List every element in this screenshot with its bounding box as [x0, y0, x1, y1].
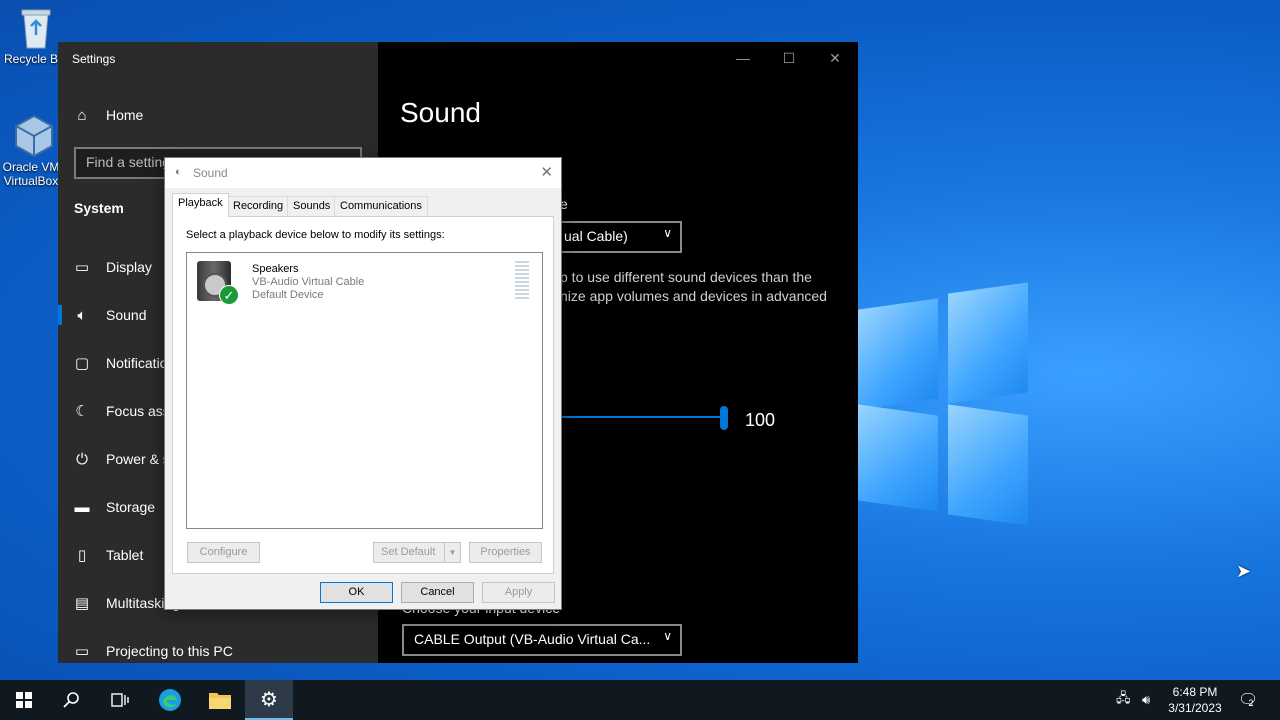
- nav-label: Display: [106, 259, 152, 275]
- task-view-button[interactable]: [96, 680, 144, 720]
- notification-icon: ▢: [74, 355, 90, 372]
- windows-logo-wallpaper: [858, 282, 1028, 526]
- nav-home[interactable]: ⌂ Home: [58, 95, 378, 135]
- display-icon: ▭: [74, 259, 90, 276]
- section-heading: System: [74, 200, 124, 216]
- chevron-down-icon: ∨: [663, 629, 672, 643]
- gear-icon: ⚙: [260, 688, 278, 711]
- ok-button[interactable]: OK: [320, 582, 393, 603]
- desktop-icon-virtualbox[interactable]: Oracle VM VirtualBox: [2, 114, 66, 188]
- task-view-icon: [111, 693, 129, 707]
- action-center-button[interactable]: 🗨 2: [1238, 680, 1264, 720]
- clock-time: 6:48 PM: [1172, 685, 1218, 699]
- list-item[interactable]: ✓ Speakers VB-Audio Virtual Cable Defaul…: [193, 259, 533, 307]
- set-default-button[interactable]: Set Default ▼: [373, 542, 461, 563]
- dialog-title: Sound: [193, 166, 228, 180]
- search-button[interactable]: [48, 680, 96, 720]
- input-device-dropdown[interactable]: CABLE Output (VB-Audio Virtual Ca... ∨: [402, 624, 682, 656]
- input-device-value: CABLE Output (VB-Audio Virtual Ca...: [414, 631, 651, 647]
- tablet-icon: ▯: [77, 547, 87, 564]
- chevron-down-icon: ∨: [663, 226, 672, 240]
- tab-recording[interactable]: Recording: [227, 196, 290, 216]
- desktop-icon-label: Oracle VM VirtualBox: [2, 160, 60, 188]
- start-button[interactable]: [0, 680, 48, 720]
- virtualbox-icon: [14, 114, 54, 158]
- device-name: Speakers: [252, 263, 299, 275]
- multitasking-icon: ▤: [74, 595, 90, 612]
- window-title: Settings: [72, 52, 116, 66]
- dialog-titlebar: ◐ Sound ✕: [165, 158, 561, 188]
- checkmark-icon: ✓: [219, 285, 239, 305]
- configure-button[interactable]: Configure: [187, 542, 260, 563]
- volume-slider-thumb[interactable]: [720, 406, 728, 430]
- nav-label: Storage: [106, 499, 156, 515]
- cancel-button[interactable]: Cancel: [401, 582, 474, 603]
- clock[interactable]: 6:48 PM 3/31/2023: [1160, 684, 1230, 716]
- projector-icon: ▭: [74, 643, 90, 660]
- nav-label: Tablet: [106, 547, 144, 563]
- search-icon: [63, 692, 79, 708]
- notification-count: 2: [1248, 698, 1254, 708]
- home-icon: ⌂: [77, 106, 87, 124]
- set-default-label: Set Default: [381, 546, 436, 558]
- nav-projecting[interactable]: ▭ Projecting to this PC: [58, 631, 378, 671]
- file-explorer-button[interactable]: [196, 680, 244, 720]
- taskbar: ⚙ 🖧 🔊︎ 6:48 PM 3/31/2023 🗨 2: [0, 680, 1280, 720]
- page-title: Sound: [400, 97, 481, 128]
- recycle-bin-icon: [16, 6, 56, 50]
- folder-icon: [209, 693, 231, 709]
- desktop-icon-label: Recycle Bin: [4, 52, 64, 66]
- nav-home-label: Home: [106, 107, 144, 123]
- close-button[interactable]: ✕: [812, 46, 858, 70]
- close-icon[interactable]: ✕: [540, 163, 553, 181]
- device-list[interactable]: ✓ Speakers VB-Audio Virtual Cable Defaul…: [186, 252, 543, 529]
- properties-button[interactable]: Properties: [469, 542, 542, 563]
- chevron-down-icon[interactable]: ▼: [444, 543, 460, 562]
- moon-icon: ☾: [75, 403, 89, 420]
- device-status: Default Device: [252, 289, 324, 301]
- playback-panel: Select a playback device below to modify…: [172, 216, 554, 574]
- apply-button[interactable]: Apply: [482, 582, 555, 603]
- sound-dialog: ◐ Sound ✕ Playback Recording Sounds Comm…: [164, 157, 562, 610]
- network-icon[interactable]: 🖧: [1116, 680, 1138, 720]
- minimize-button[interactable]: —: [720, 46, 766, 70]
- volume-value: 100: [745, 410, 776, 430]
- settings-taskbar-button[interactable]: ⚙: [245, 680, 293, 720]
- output-note-line1: p to use different sound devices than th…: [560, 269, 812, 285]
- clock-date: 3/31/2023: [1168, 701, 1222, 715]
- output-device-value: ual Cable): [564, 228, 628, 244]
- storage-icon: ▬: [74, 498, 90, 516]
- tab-sounds[interactable]: Sounds: [287, 196, 337, 216]
- edge-button[interactable]: [146, 680, 194, 720]
- tab-communications[interactable]: Communications: [334, 196, 428, 216]
- device-driver: VB-Audio Virtual Cable: [252, 276, 365, 288]
- power-icon: ⏻: [76, 450, 88, 468]
- windows-icon: [16, 692, 32, 708]
- tab-playback[interactable]: Playback: [172, 193, 229, 217]
- speaker-icon: 🔈︎: [77, 306, 87, 324]
- nav-label: Projecting to this PC: [106, 643, 233, 659]
- volume-slider-track[interactable]: [548, 416, 723, 418]
- output-note-line2: nize app volumes and devices in advanced: [560, 288, 827, 304]
- maximize-button[interactable]: ☐: [766, 46, 812, 70]
- mouse-cursor: ➤: [1236, 561, 1252, 581]
- edge-icon: [159, 689, 181, 711]
- level-meter: [515, 261, 529, 301]
- nav-label: Sound: [106, 307, 147, 323]
- speaker-icon: ◐: [175, 166, 182, 178]
- panel-hint: Select a playback device below to modify…: [186, 229, 445, 241]
